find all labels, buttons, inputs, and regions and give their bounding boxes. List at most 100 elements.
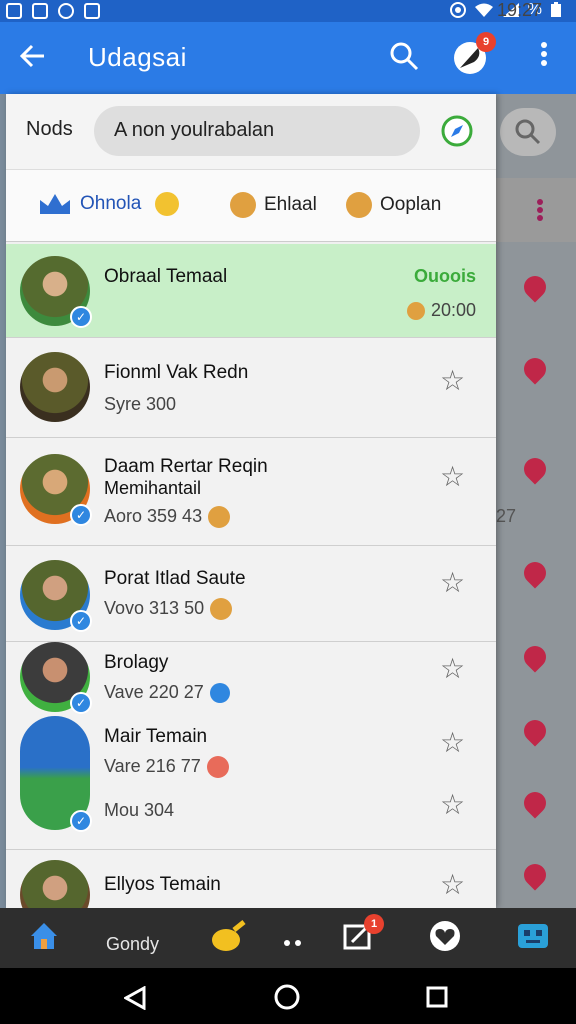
contact-name-line2: Memihantail — [104, 478, 202, 498]
app-bar: Udagsai 9 — [0, 22, 576, 94]
avatar: ✓ — [20, 560, 92, 632]
tab-ehlaal[interactable]: Ehlaal — [230, 192, 317, 218]
tab-label: Ehlaal — [264, 194, 317, 215]
more-horiz-icon — [284, 940, 301, 946]
compass-button[interactable] — [440, 114, 474, 148]
system-nav — [0, 968, 576, 1024]
search-button[interactable] — [388, 40, 424, 76]
emoji-icon — [230, 192, 256, 218]
contact-row[interactable]: Fionml Vak Redn Syre 300 ☆ — [6, 338, 496, 438]
arrow-left-icon — [19, 44, 44, 68]
back-button[interactable] — [18, 36, 46, 79]
back-nav-button[interactable] — [122, 985, 146, 1015]
background-number: 27 — [496, 506, 517, 526]
contact-row[interactable]: ✓ Porat Itlad Saute Vovo 313 50 ☆ — [6, 546, 496, 642]
edit-button[interactable]: 1 — [342, 914, 384, 957]
location-icon — [449, 2, 466, 18]
emoji-icon — [346, 192, 372, 218]
nav-label: Gondy — [106, 934, 160, 954]
emoji-icon — [209, 683, 230, 704]
tab-label: Ohnola — [80, 193, 142, 214]
pin-icon — [519, 453, 551, 485]
contact-row[interactable]: ✓ Daam Rertar Reqin Memihantail Aoro 359… — [6, 438, 496, 546]
triangle-back-icon — [122, 985, 146, 1011]
crown-icon — [40, 194, 70, 214]
messenger-icon — [58, 3, 74, 19]
profile-button[interactable] — [516, 920, 550, 957]
tab-ooplan[interactable]: Ooplan — [346, 192, 441, 218]
verified-icon: ✓ — [70, 610, 92, 632]
hand-button[interactable] — [208, 920, 248, 959]
contact-status: Ouoois — [414, 266, 476, 286]
avatar: ✓ — [20, 642, 92, 714]
emoji-icon — [208, 506, 231, 529]
pin-icon — [519, 715, 551, 747]
more-vert-icon — [537, 199, 543, 221]
contact-name: Mair Temain — [104, 726, 208, 747]
tab-ohnola[interactable]: Ohnola — [38, 192, 180, 216]
filter-tabs: Ohnola Ehlaal Ooplan — [6, 170, 496, 242]
star-icon[interactable]: ☆ — [440, 788, 465, 821]
search-input-value: A non youlrabalan — [114, 119, 275, 141]
contact-subtitle: Vave 220 27 — [104, 682, 230, 704]
sync-icon — [32, 3, 48, 19]
notification-badge: 9 — [476, 32, 496, 52]
compass-icon — [441, 115, 473, 147]
pin-icon — [519, 859, 551, 891]
contact-subtitle: Vovo 313 50 — [104, 598, 233, 621]
pin-icon — [519, 787, 551, 819]
contact-time: 20:00 — [406, 300, 476, 321]
favorites-button[interactable] — [428, 920, 462, 957]
pin-icon — [519, 641, 551, 673]
emoji-icon — [210, 598, 233, 621]
contact-row[interactable]: Ellyos Temain ☆ — [6, 850, 496, 908]
star-icon[interactable]: ☆ — [440, 726, 465, 759]
contact-name: Daam Rertar Reqin — [104, 456, 268, 477]
contact-name: Ellyos Temain — [104, 874, 221, 895]
battery-icon — [551, 2, 561, 17]
contact-subtitle-2: Mou 304 — [104, 800, 175, 820]
pin-icon — [519, 353, 551, 385]
contact-name: Porat Itlad Saute — [104, 568, 246, 589]
square-recents-icon — [426, 986, 448, 1008]
home-button[interactable] — [28, 920, 60, 957]
contact-row[interactable]: ✓ Brolagy Vave 220 27 ☆ — [6, 642, 496, 714]
more-vert-icon — [541, 42, 547, 66]
gallery-icon — [6, 3, 22, 19]
heart-icon — [430, 921, 460, 951]
contact-name: Fionml Vak Redn — [104, 362, 249, 383]
home-nav-button[interactable] — [274, 984, 300, 1015]
contact-row[interactable]: ✓ Obraal Temaal Ouoois 20:00 — [6, 244, 496, 338]
star-icon[interactable]: ☆ — [440, 868, 465, 901]
emoji-icon — [206, 756, 229, 779]
star-icon[interactable]: ☆ — [440, 364, 465, 397]
search-icon — [390, 42, 419, 71]
search-input[interactable]: A non youlrabalan — [94, 106, 420, 156]
hand-icon — [212, 920, 246, 951]
bottom-nav: Gondy 1 — [0, 908, 576, 968]
avatar: ✓ — [20, 256, 92, 328]
verified-icon: ✓ — [70, 692, 92, 714]
dots-button[interactable] — [284, 926, 302, 952]
contact-row[interactable]: ✓ Mair Temain Vare 216 77 Mou 304 ☆ ☆ — [6, 714, 496, 850]
contacts-panel: Nods A non youlrabalan Ohnola Ehlaal Oop… — [6, 94, 496, 908]
status-bar: % 19:27 — [0, 0, 576, 22]
star-icon[interactable]: ☆ — [440, 566, 465, 599]
contact-name: Brolagy — [104, 652, 169, 673]
search-row: Nods A non youlrabalan — [6, 94, 496, 170]
recents-nav-button[interactable] — [426, 986, 448, 1013]
search-label: Nods — [26, 118, 73, 140]
search-icon — [515, 119, 541, 145]
compose-button[interactable]: 9 — [452, 32, 496, 78]
avatar — [20, 860, 90, 908]
pin-icon — [519, 271, 551, 303]
verified-icon: ✓ — [70, 810, 92, 832]
star-icon[interactable]: ☆ — [440, 460, 465, 493]
star-icon[interactable]: ☆ — [440, 652, 465, 685]
pin-icon — [519, 557, 551, 589]
more-options-button[interactable] — [536, 40, 552, 77]
background-content: 27 — [496, 94, 576, 908]
home-icon — [31, 923, 57, 949]
avatar: ✓ — [20, 454, 92, 526]
verified-icon: ✓ — [70, 504, 92, 526]
